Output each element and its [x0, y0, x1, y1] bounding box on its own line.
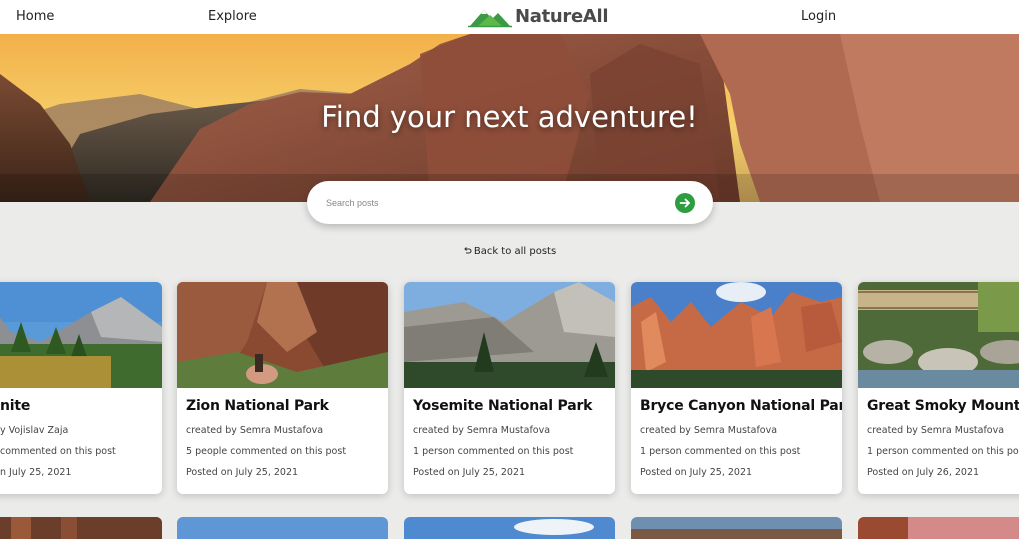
- post-card-preview[interactable]: [858, 517, 1019, 539]
- logo-text: NatureAll: [515, 5, 609, 27]
- nav-explore-link[interactable]: Explore: [208, 9, 257, 24]
- search-submit-button[interactable]: [675, 193, 695, 213]
- post-comments: 1 person commented on this post: [867, 446, 1019, 457]
- post-card[interactable]: Bryce Canyon National Park created by Se…: [631, 282, 842, 494]
- post-image: [177, 282, 388, 388]
- post-creator: created by Semra Mustafova: [186, 425, 324, 436]
- post-image: [177, 517, 388, 539]
- post-date: Posted on July 26, 2021: [867, 467, 980, 478]
- post-card-preview[interactable]: [177, 517, 388, 539]
- post-date: Posted on July 25, 2021: [186, 467, 299, 478]
- nav-home-link[interactable]: Home: [16, 9, 54, 24]
- post-card-preview[interactable]: [404, 517, 615, 539]
- post-title: Zion National Park: [186, 398, 329, 414]
- post-comments: 1 person commented on this post: [413, 446, 574, 457]
- post-image: [858, 282, 1019, 388]
- post-creator: created by Semra Mustafova: [867, 425, 1005, 436]
- post-card-preview[interactable]: [0, 517, 162, 539]
- post-title: nite: [0, 398, 31, 414]
- post-card[interactable]: Great Smoky Mountain created by Semra Mu…: [858, 282, 1019, 494]
- post-date: n July 25, 2021: [0, 467, 72, 478]
- post-image: [404, 282, 615, 388]
- undo-arrow-icon: [464, 247, 472, 254]
- post-image: [631, 517, 842, 539]
- nav-login-link[interactable]: Login: [801, 9, 836, 24]
- back-to-posts: Back to all posts: [0, 246, 1019, 257]
- post-date: Posted on July 25, 2021: [413, 467, 526, 478]
- post-creator: y Vojislav Zaja: [0, 425, 69, 436]
- post-creator: created by Semra Mustafova: [640, 425, 778, 436]
- post-title: Great Smoky Mountain: [867, 398, 1019, 414]
- hero-title: Find your next adventure!: [321, 100, 698, 134]
- post-date: Posted on July 25, 2021: [640, 467, 753, 478]
- mountain-logo-icon: [468, 10, 512, 28]
- top-navbar: Home Explore NatureAll Login: [0, 0, 1019, 34]
- back-to-posts-label: Back to all posts: [473, 246, 557, 257]
- search-input[interactable]: [326, 194, 656, 212]
- post-creator: created by Semra Mustafova: [413, 425, 551, 436]
- site-logo[interactable]: NatureAll: [468, 3, 609, 29]
- post-image: [631, 282, 842, 388]
- post-comments: 1 person commented on this post: [640, 446, 801, 457]
- post-image: [858, 517, 1019, 539]
- post-title: Bryce Canyon National Park: [640, 398, 842, 414]
- back-to-posts-link[interactable]: Back to all posts: [463, 246, 556, 257]
- post-image: [0, 282, 162, 388]
- post-image: [0, 517, 162, 539]
- arrow-right-icon: [679, 198, 690, 208]
- post-image: [404, 517, 615, 539]
- post-title: Yosemite National Park: [413, 398, 593, 414]
- post-comments: 5 people commented on this post: [186, 446, 347, 457]
- post-card[interactable]: nite y Vojislav Zaja commented on this p…: [0, 282, 162, 494]
- post-card[interactable]: Yosemite National Park created by Semra …: [404, 282, 615, 494]
- post-card[interactable]: Zion National Park created by Semra Must…: [177, 282, 388, 494]
- post-card-preview[interactable]: [631, 517, 842, 539]
- post-comments: commented on this post: [0, 446, 116, 457]
- search-bar: [307, 181, 713, 224]
